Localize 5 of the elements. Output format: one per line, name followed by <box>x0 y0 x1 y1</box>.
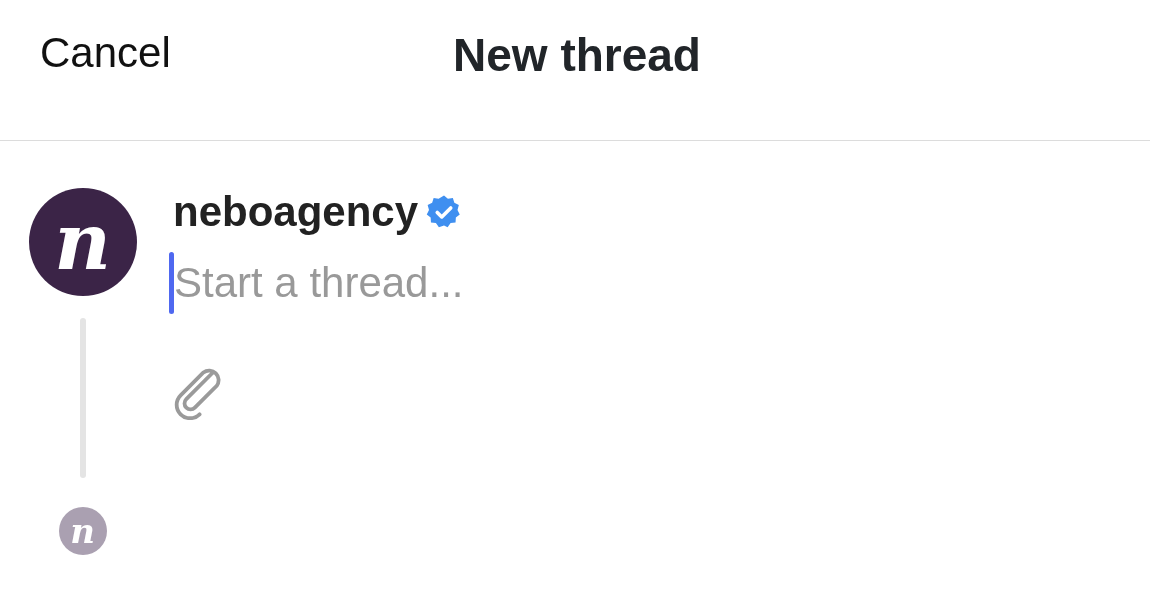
cancel-button[interactable]: Cancel <box>40 28 171 79</box>
screen-title: New thread <box>453 28 701 83</box>
reply-avatar: n <box>58 507 107 555</box>
avatar: n <box>28 188 137 296</box>
username: neboagency <box>173 191 419 233</box>
